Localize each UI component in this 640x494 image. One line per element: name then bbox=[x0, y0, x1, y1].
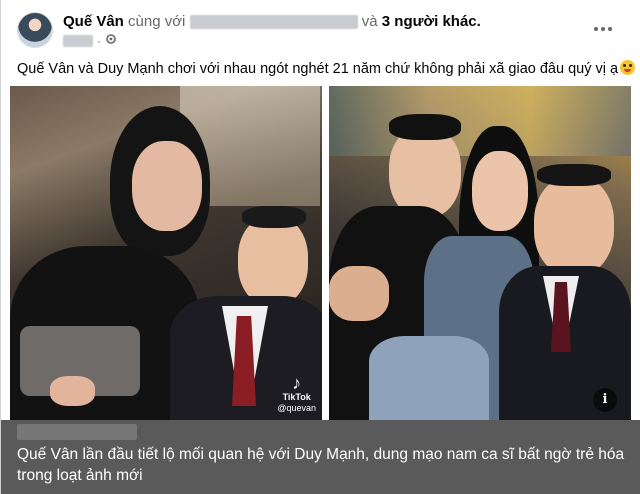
grinning-face-tongue-icon bbox=[620, 60, 636, 75]
privacy-icon[interactable] bbox=[105, 33, 117, 48]
man-right-face bbox=[534, 176, 614, 276]
redacted-timestamp bbox=[63, 34, 93, 47]
separator-dot: · bbox=[97, 33, 101, 48]
man-right-hair bbox=[537, 164, 611, 186]
others-link[interactable]: 3 người khác. bbox=[382, 13, 481, 30]
article-footer: Quế Vân lần đầu tiết lộ mối quan hệ với … bbox=[1, 420, 640, 494]
and-text: và bbox=[361, 13, 378, 30]
woman-legs bbox=[369, 336, 489, 420]
more-options-button[interactable] bbox=[589, 16, 617, 44]
more-horizontal-icon bbox=[594, 27, 612, 31]
post-header: Quế Vân cùng với và 3 người khác. · bbox=[17, 10, 617, 50]
post-caption: Quế Vân và Duy Mạnh chơi với nhau ngót n… bbox=[17, 60, 636, 78]
woman-face bbox=[472, 151, 528, 231]
post-author-line: Quế Vân cùng với và 3 người khác. bbox=[63, 13, 481, 30]
man-hair bbox=[242, 206, 306, 228]
man-left-hair bbox=[389, 114, 461, 140]
post-meta: · bbox=[63, 33, 117, 48]
woman-face bbox=[132, 141, 202, 231]
photo-right[interactable]: i bbox=[329, 86, 631, 420]
redacted-source bbox=[17, 424, 137, 440]
peace-hand bbox=[329, 266, 389, 321]
tiktok-watermark: ♪ TikTok @quevan bbox=[277, 374, 316, 414]
with-text: cùng với bbox=[128, 13, 186, 30]
author-name[interactable]: Quế Vân bbox=[63, 13, 124, 30]
caption-text: Quế Vân và Duy Mạnh chơi với nhau ngót n… bbox=[17, 61, 619, 77]
woman-hand bbox=[50, 376, 95, 406]
tiktok-handle: @quevan bbox=[277, 403, 316, 413]
redacted-tagged-name bbox=[189, 15, 358, 30]
gear-icon bbox=[106, 34, 116, 44]
tiktok-brand: TikTok bbox=[282, 392, 311, 402]
photo-left[interactable]: ♪ TikTok @quevan bbox=[10, 86, 322, 420]
author-avatar[interactable] bbox=[17, 12, 53, 48]
photo-grid: ♪ TikTok @quevan i bbox=[1, 86, 640, 420]
tiktok-icon: ♪ bbox=[292, 373, 302, 393]
man-face bbox=[238, 216, 308, 306]
article-headline[interactable]: Quế Vân lần đầu tiết lộ mối quan hệ với … bbox=[17, 444, 629, 486]
facebook-post: Quế Vân cùng với và 3 người khác. · Quế … bbox=[0, 0, 640, 494]
info-icon[interactable]: i bbox=[593, 388, 617, 412]
